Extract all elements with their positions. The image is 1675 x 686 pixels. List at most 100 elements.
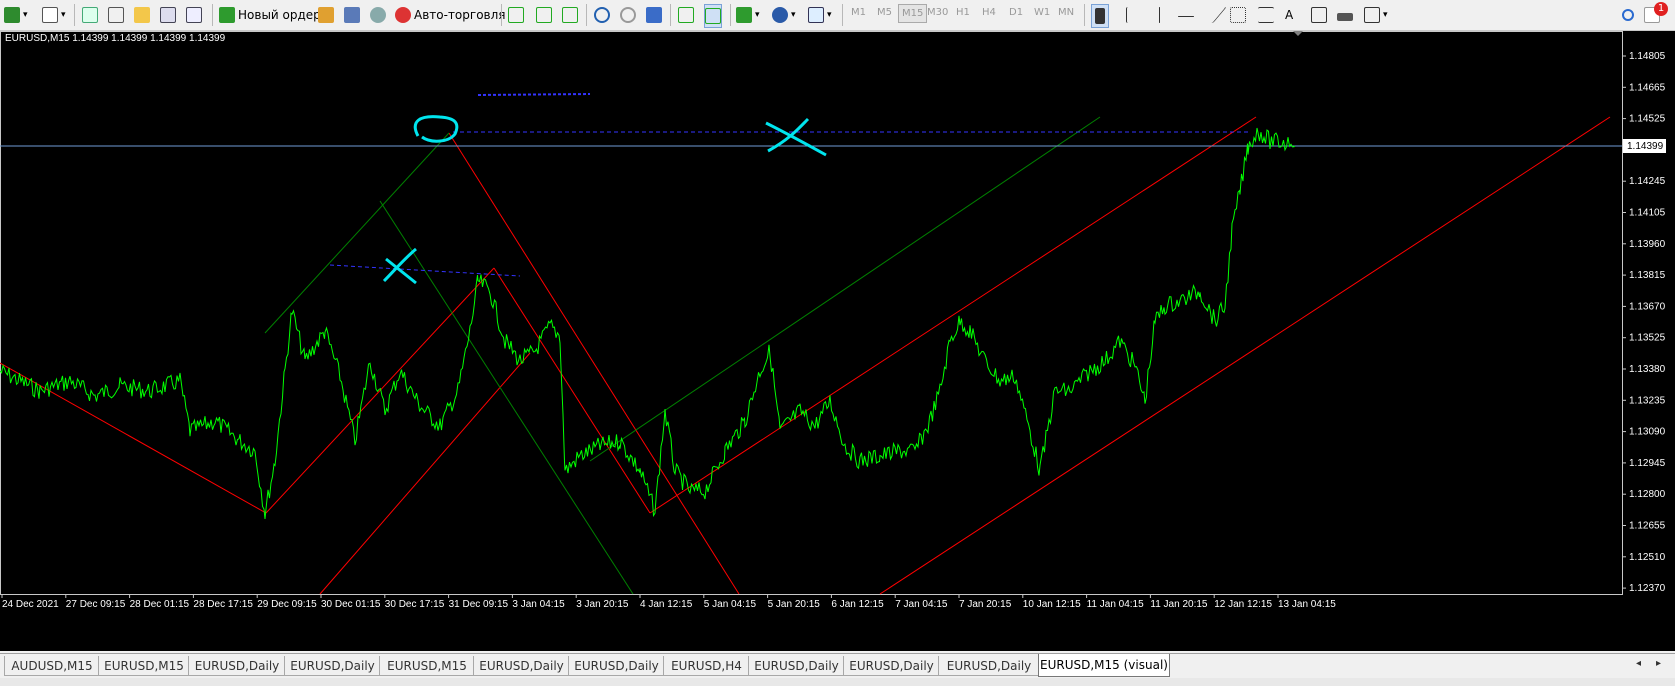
channel-line xyxy=(319,352,531,595)
terminal-button[interactable] xyxy=(160,4,176,26)
arrows-button[interactable] xyxy=(1337,4,1353,26)
channel-button[interactable] xyxy=(1230,4,1246,26)
channel-line-green xyxy=(589,116,1101,462)
search-icon xyxy=(1622,9,1634,21)
zoom-out-icon xyxy=(620,7,636,23)
shapes-button[interactable]: ▾ xyxy=(1364,4,1388,26)
timeframe-h1[interactable]: H1 xyxy=(956,7,970,18)
channel-line xyxy=(879,116,1611,595)
text-label-button[interactable] xyxy=(1311,4,1327,26)
time-axis-label: 11 Jan 04:15 xyxy=(1087,599,1145,610)
indicators-button[interactable]: ▾ xyxy=(736,4,760,26)
tab-eurusd-daily[interactable]: EURUSD,Daily xyxy=(473,656,570,676)
price-axis-label: 1.14525 xyxy=(1629,114,1666,125)
time-axis-label: 24 Dec 2021 xyxy=(2,599,59,610)
price-chart[interactable]: EURUSD,M15 1.14399 1.14399 1.14399 1.143… xyxy=(0,31,1675,651)
periods-button[interactable]: ▾ xyxy=(772,4,796,26)
new-order-button[interactable]: Новый ордер xyxy=(219,4,321,26)
signals-button[interactable] xyxy=(344,4,360,26)
chart-info-label: EURUSD,M15 1.14399 1.14399 1.14399 1.143… xyxy=(5,33,226,44)
price-axis-label: 1.14665 xyxy=(1629,82,1666,93)
tab-scroll-left[interactable]: ◂ xyxy=(1636,658,1641,669)
vertical-line-button[interactable] xyxy=(1152,4,1160,26)
tile-windows-button[interactable] xyxy=(646,4,662,26)
chart-canvas[interactable]: EURUSD,M15 1.14399 1.14399 1.14399 1.143… xyxy=(0,31,1675,651)
time-axis: 24 Dec 2021 27 Dec 09:15 28 Dec 01:15 28 De… xyxy=(1,594,1336,610)
price-axis-label: 1.14805 xyxy=(1629,51,1666,62)
price-axis-label: 1.12510 xyxy=(1629,552,1666,563)
tab-eurusd-daily[interactable]: EURUSD,Daily xyxy=(284,656,381,676)
toolbar-separator xyxy=(842,4,843,26)
channel-line-green xyxy=(379,200,634,595)
horizontal-line-button[interactable] xyxy=(1178,4,1194,26)
toolbar-separator xyxy=(212,4,213,26)
cursor-button[interactable] xyxy=(1091,4,1109,28)
line-chart-button[interactable] xyxy=(562,4,578,26)
channel-line xyxy=(448,132,740,595)
time-axis-label: 29 Dec 09:15 xyxy=(257,599,317,610)
navigator-button[interactable] xyxy=(108,4,124,26)
timeframe-m5[interactable]: M5 xyxy=(877,7,892,18)
tab-eurusd-daily[interactable]: EURUSD,Daily xyxy=(843,656,940,676)
templates-button[interactable]: ▾ xyxy=(808,4,832,26)
timeframe-h4[interactable]: H4 xyxy=(982,7,996,18)
zoom-out-button[interactable] xyxy=(620,4,636,26)
timeframe-mn[interactable]: MN xyxy=(1058,7,1074,18)
bar-chart-button[interactable] xyxy=(508,4,524,26)
time-axis-label: 5 Jan 04:15 xyxy=(704,599,757,610)
tester-button[interactable] xyxy=(186,4,202,26)
crosshair-button[interactable] xyxy=(1118,4,1134,26)
tab-scroll-right[interactable]: ▸ xyxy=(1656,658,1661,669)
zoom-in-button[interactable] xyxy=(594,4,610,26)
crosshair-move-icon xyxy=(108,7,124,23)
timeframe-m1[interactable]: M1 xyxy=(851,7,866,18)
tab-eurusd-h4[interactable]: EURUSD,H4 xyxy=(663,656,750,676)
candle-chart-button[interactable] xyxy=(536,4,552,26)
time-axis-label: 11 Jan 20:15 xyxy=(1150,599,1208,610)
tab-eurusd-m15-visual[interactable]: EURUSD,M15 (visual) xyxy=(1038,654,1170,677)
search-button[interactable] xyxy=(1622,4,1634,26)
timeframe-m30[interactable]: M30 xyxy=(927,7,948,18)
favorites-button[interactable] xyxy=(134,4,150,26)
chart-shift-button[interactable] xyxy=(704,4,722,28)
price-axis-label: 1.12945 xyxy=(1629,458,1666,469)
circle-annotation xyxy=(413,115,459,143)
profiles-button[interactable]: ▾ xyxy=(42,4,66,26)
timeframe-m15[interactable]: M15 xyxy=(898,4,928,23)
chart-shift-marker[interactable] xyxy=(1293,31,1303,36)
text-button[interactable]: A xyxy=(1285,4,1293,26)
tab-eurusd-m15[interactable]: EURUSD,M15 xyxy=(98,656,190,676)
tab-audusd-m15[interactable]: AUDUSD,M15 xyxy=(4,656,100,676)
cross-annotation xyxy=(765,117,827,157)
price-axis-label: 1.12800 xyxy=(1629,489,1666,500)
fibonacci-button[interactable] xyxy=(1258,4,1274,26)
text-label-icon xyxy=(1311,7,1327,23)
toolbar-separator xyxy=(670,4,671,26)
auto-trading-button[interactable]: Авто-торговля xyxy=(395,4,506,26)
tab-eurusd-m15[interactable]: EURUSD,M15 xyxy=(379,656,475,676)
trendline-button[interactable] xyxy=(1197,4,1227,26)
zoom-in-icon xyxy=(594,7,610,23)
time-axis-label: 3 Jan 04:15 xyxy=(512,599,565,610)
time-axis-label: 4 Jan 12:15 xyxy=(640,599,693,610)
market-button[interactable] xyxy=(370,4,386,26)
timeframe-w1[interactable]: W1 xyxy=(1034,7,1050,18)
time-axis-label: 3 Jan 20:15 xyxy=(576,599,629,610)
tab-eurusd-daily[interactable]: EURUSD,Daily xyxy=(938,656,1040,676)
time-axis-label: 28 Dec 17:15 xyxy=(193,599,253,610)
auto-scroll-button[interactable] xyxy=(678,4,694,26)
time-axis-label: 12 Jan 12:15 xyxy=(1214,599,1272,610)
timeframe-d1[interactable]: D1 xyxy=(1009,7,1023,18)
notifications-button[interactable]: 1 xyxy=(1644,2,1668,26)
new-chart-button[interactable]: ▾ xyxy=(4,4,28,26)
price-axis-label: 1.12655 xyxy=(1629,521,1666,532)
price-axis-label: 1.13380 xyxy=(1629,364,1666,375)
tab-eurusd-daily[interactable]: EURUSD,Daily xyxy=(568,656,665,676)
metaeditor-button[interactable] xyxy=(318,4,334,26)
channel-line xyxy=(493,267,651,514)
price-axis-label: 1.13670 xyxy=(1629,301,1666,312)
market-watch-button[interactable] xyxy=(82,4,98,26)
tab-eurusd-daily[interactable]: EURUSD,Daily xyxy=(748,656,845,676)
tab-eurusd-daily[interactable]: EURUSD,Daily xyxy=(188,656,286,676)
tile-windows-icon xyxy=(646,7,662,23)
